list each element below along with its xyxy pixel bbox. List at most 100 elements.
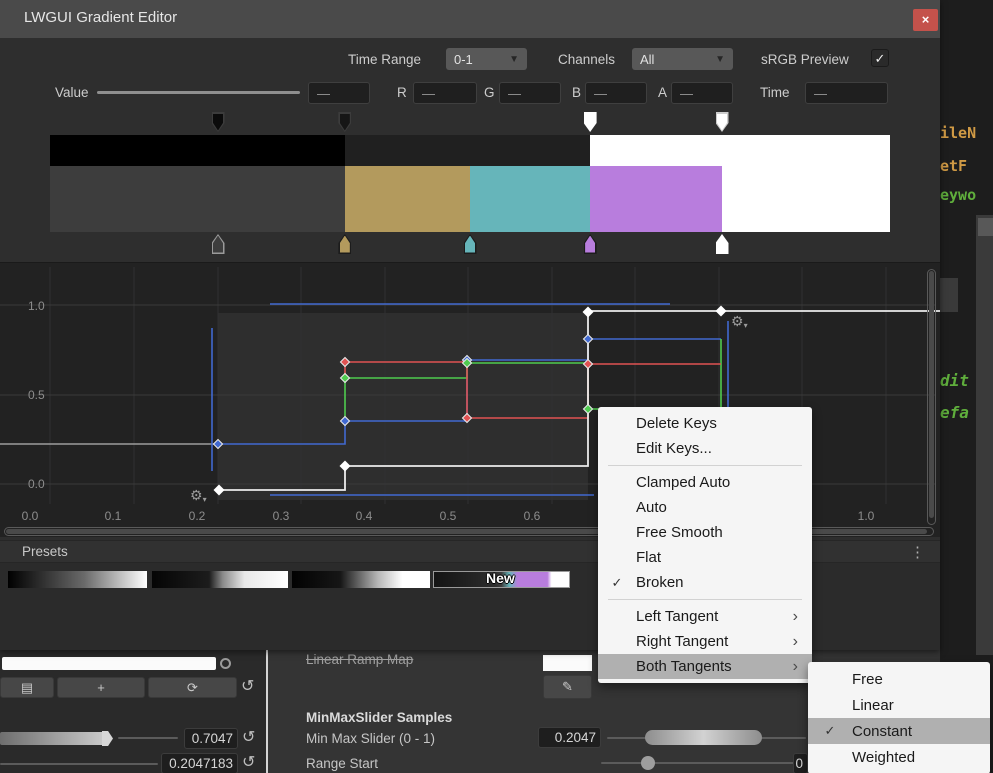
- minmax-value-field[interactable]: 0.2047: [538, 727, 601, 748]
- refresh-button[interactable]: ⟳: [148, 677, 237, 698]
- x-axis-tick: 0.0: [22, 509, 39, 523]
- gear-caret-icon: ▾: [744, 321, 748, 330]
- color-key-marker[interactable]: [212, 234, 225, 254]
- menu-item-free-smooth[interactable]: Free Smooth: [598, 520, 812, 545]
- value-slider[interactable]: [97, 91, 300, 94]
- g-input[interactable]: —: [499, 82, 561, 104]
- code-token: etF: [940, 157, 967, 175]
- menu-item-clamped-auto[interactable]: Clamped Auto: [598, 470, 812, 495]
- partial-value-field[interactable]: 0: [793, 753, 808, 773]
- ramp-slider-track[interactable]: [0, 732, 107, 745]
- value-input[interactable]: —: [308, 82, 370, 104]
- chevron-right-icon: ›: [793, 633, 798, 651]
- tangent-submenu: Free Linear ✓Constant Weighted: [808, 662, 990, 773]
- range-start-track[interactable]: [601, 762, 797, 764]
- time-input[interactable]: —: [805, 82, 888, 104]
- submenu-item-constant[interactable]: ✓Constant: [808, 718, 990, 744]
- minmax-range-handle[interactable]: [645, 730, 762, 745]
- slider-track[interactable]: [118, 737, 178, 739]
- color-key-marker[interactable]: [716, 234, 729, 254]
- color-key-marker[interactable]: [338, 234, 351, 254]
- alpha-key-marker[interactable]: [338, 112, 351, 132]
- check-icon: ✓: [598, 575, 636, 591]
- inspector-divider[interactable]: [266, 650, 268, 773]
- a-input[interactable]: —: [671, 82, 733, 104]
- add-button[interactable]: +: [57, 677, 145, 698]
- vertical-scrollbar-thumb[interactable]: [929, 271, 934, 518]
- range-start-label: Range Start: [306, 756, 378, 771]
- gradient-segment: [470, 166, 590, 232]
- menu-item-auto[interactable]: Auto: [598, 495, 812, 520]
- preset-swatch-selected[interactable]: New: [433, 571, 570, 588]
- preset-swatch[interactable]: [292, 571, 430, 588]
- x-axis-tick: 0.6: [524, 509, 541, 523]
- revert-icon[interactable]: ↺: [242, 755, 255, 771]
- gradient-segment: [590, 135, 890, 166]
- time-range-dropdown[interactable]: 0-1 ▼: [446, 48, 527, 70]
- y-axis-tick: 0.0: [28, 477, 45, 491]
- preset-swatch[interactable]: [152, 571, 288, 588]
- vertical-scrollbar[interactable]: [927, 269, 936, 525]
- editor-scrollbar-thumb[interactable]: [978, 218, 993, 236]
- gradient-segment: [345, 166, 470, 232]
- plus-icon: +: [97, 680, 105, 695]
- close-button[interactable]: ×: [913, 9, 938, 31]
- ramp-preview-bar[interactable]: [2, 657, 216, 670]
- srgb-preview-checkbox[interactable]: ✓: [871, 49, 889, 67]
- srgb-preview-label: sRGB Preview: [761, 52, 849, 67]
- channels-label: Channels: [558, 52, 615, 67]
- x-axis-tick: 0.5: [440, 509, 457, 523]
- gradient-segment: [722, 166, 890, 232]
- kebab-menu-icon[interactable]: ⋮: [910, 543, 925, 561]
- gradient-segment: [345, 135, 590, 166]
- titlebar[interactable]: LWGUI Gradient Editor ×: [0, 0, 940, 38]
- channels-dropdown[interactable]: All ▼: [632, 48, 733, 70]
- code-token: efa: [940, 403, 969, 422]
- gear-caret-icon: ▾: [203, 495, 207, 504]
- edit-ramp-button[interactable]: ✎: [543, 675, 592, 699]
- alpha-key-marker[interactable]: [716, 112, 729, 132]
- gear-icon[interactable]: ⚙▾: [190, 487, 207, 504]
- texture-preview: [543, 655, 592, 671]
- menu-item-edit-keys[interactable]: Edit Keys...: [598, 436, 812, 461]
- editor-scrollbar-track[interactable]: [976, 215, 993, 655]
- revert-icon[interactable]: ↺: [241, 679, 254, 695]
- context-menu: Delete Keys Edit Keys... Clamped Auto Au…: [598, 407, 812, 683]
- menu-item-left-tangent[interactable]: Left Tangent›: [598, 604, 812, 629]
- submenu-item-free[interactable]: Free: [808, 666, 990, 692]
- color-key-marker[interactable]: [584, 234, 597, 254]
- menu-item-right-tangent[interactable]: Right Tangent›: [598, 629, 812, 654]
- submenu-item-linear[interactable]: Linear: [808, 692, 990, 718]
- channels-value: All: [640, 52, 654, 67]
- menu-separator: [608, 465, 802, 466]
- submenu-item-weighted[interactable]: Weighted: [808, 744, 990, 770]
- x-axis-tick: 0.4: [356, 509, 373, 523]
- menu-item-delete-keys[interactable]: Delete Keys: [598, 411, 812, 436]
- chevron-right-icon: ›: [793, 658, 798, 676]
- gradient-bar[interactable]: [50, 135, 890, 232]
- y-axis-tick: 1.0: [28, 299, 45, 313]
- range-start-handle[interactable]: [641, 756, 655, 770]
- menu-item-broken[interactable]: ✓Broken: [598, 570, 812, 595]
- x-axis-tick: 0.2: [189, 509, 206, 523]
- revert-icon[interactable]: ↺: [242, 730, 255, 746]
- menu-item-both-tangents[interactable]: Both Tangents›: [598, 654, 812, 679]
- g-label: G: [484, 85, 495, 100]
- menu-item-flat[interactable]: Flat: [598, 545, 812, 570]
- x-axis-tick: 0.1: [105, 509, 122, 523]
- slider-track[interactable]: [0, 763, 158, 765]
- alpha-preview-strip: [50, 135, 890, 166]
- save-button[interactable]: ▤: [0, 677, 54, 698]
- gear-icon[interactable]: ⚙▾: [731, 313, 748, 330]
- picker-circle-icon[interactable]: [220, 658, 231, 669]
- alpha-key-marker[interactable]: [212, 112, 225, 132]
- value-field[interactable]: 0.2047183: [161, 753, 238, 773]
- preset-swatch[interactable]: [8, 571, 147, 588]
- alpha-key-marker[interactable]: [584, 112, 597, 132]
- r-input[interactable]: —: [413, 82, 477, 104]
- b-input[interactable]: —: [585, 82, 647, 104]
- chevron-down-icon: ▼: [509, 54, 519, 65]
- a-label: A: [658, 85, 667, 100]
- color-key-marker[interactable]: [464, 234, 477, 254]
- value-field[interactable]: 0.7047: [184, 728, 238, 749]
